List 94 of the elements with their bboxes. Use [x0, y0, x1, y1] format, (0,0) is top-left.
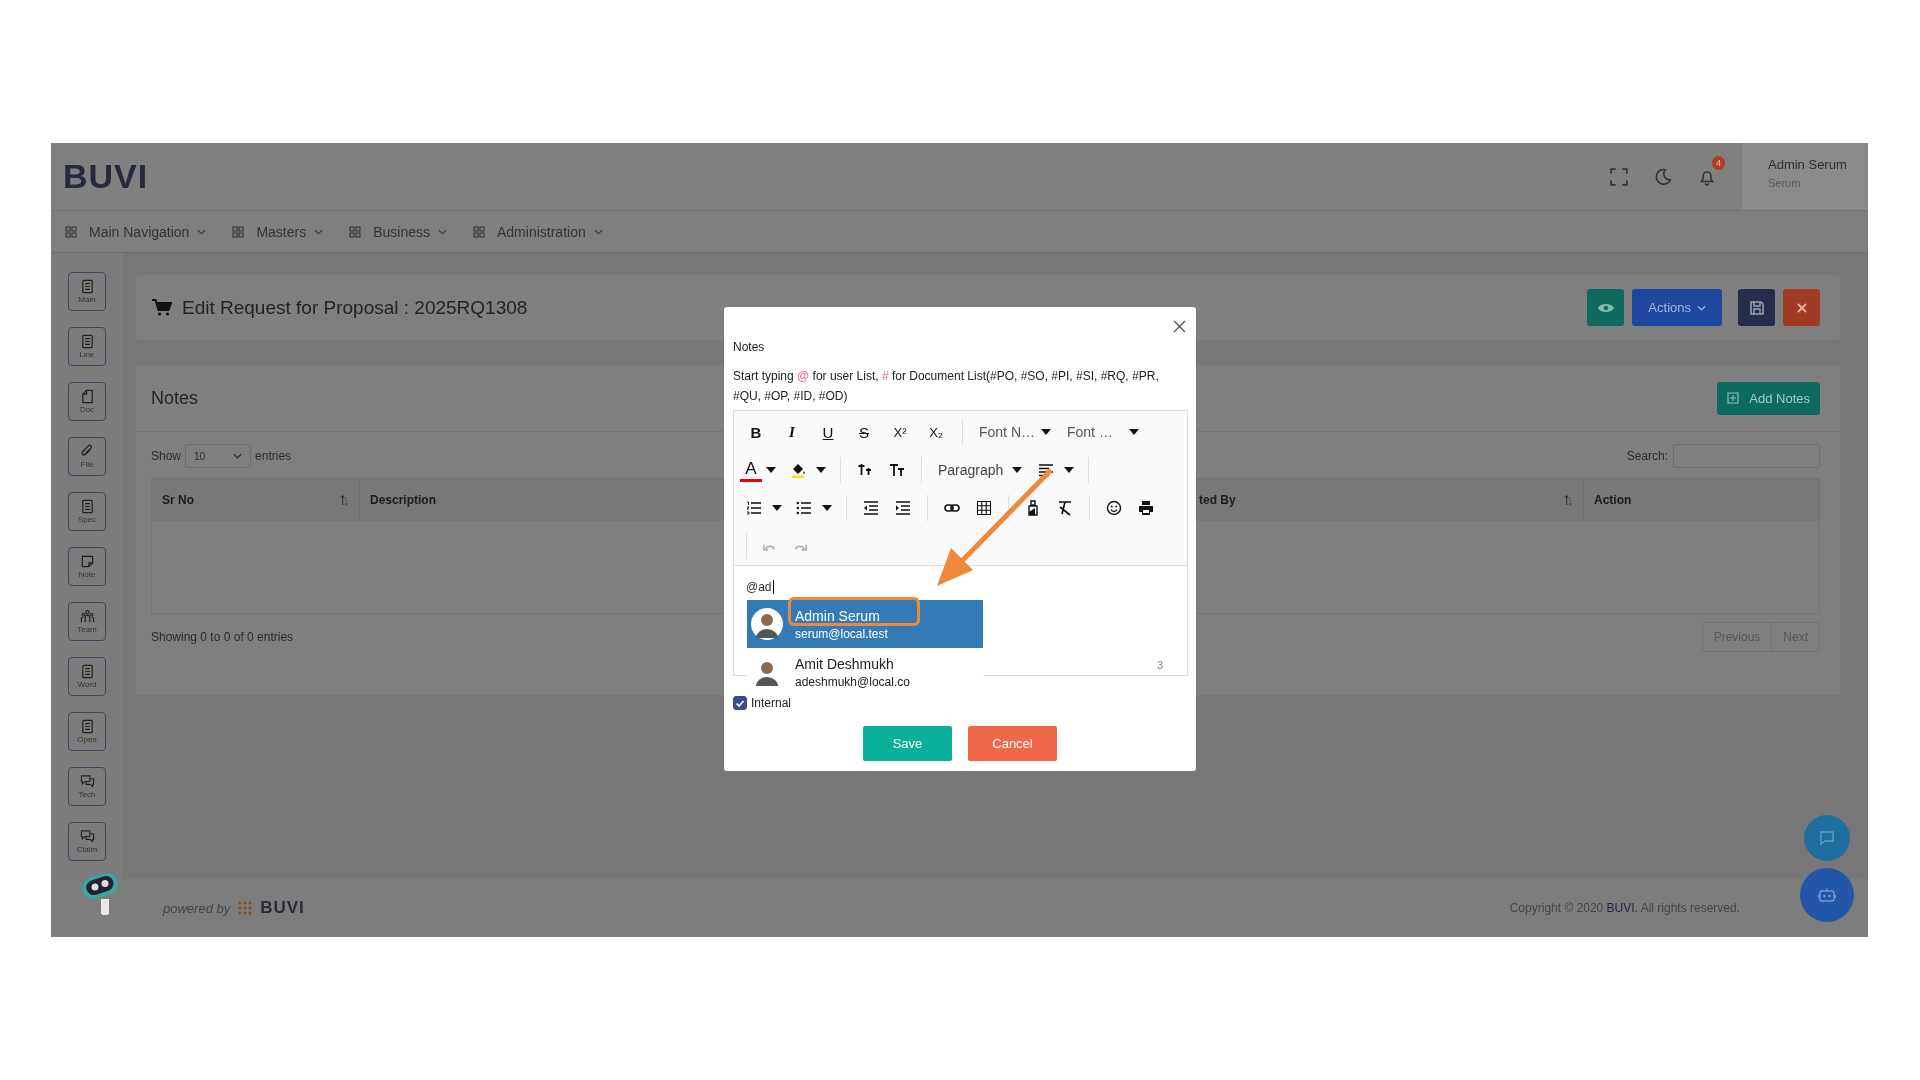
- cart-icon: [152, 298, 172, 317]
- paragraph-dropdown[interactable]: Paragraph: [932, 462, 1028, 478]
- chevron-down-icon: [1697, 304, 1706, 311]
- dialog-title: Notes: [733, 340, 766, 354]
- entries-label: entries: [255, 449, 292, 463]
- sidebar-button[interactable]: Tech: [68, 767, 106, 806]
- user-name: Amit Deshmukh: [795, 655, 895, 672]
- powered-by-label: powered by: [163, 900, 231, 916]
- page-title: Edit Request for Proposal : 2025RQ1308: [182, 296, 529, 319]
- italic-button[interactable]: I: [776, 418, 808, 446]
- chevron-down-icon: [438, 228, 447, 235]
- chat-icon: [79, 829, 95, 844]
- preview-button[interactable]: [1587, 289, 1625, 326]
- sidebar-button[interactable]: File: [68, 437, 106, 476]
- sidebar-button[interactable]: Spec: [68, 492, 106, 531]
- column-header[interactable]: ted By: [1197, 479, 1584, 521]
- chevron-down-icon: [593, 228, 603, 235]
- mention-option[interactable]: Admin Serum serum@local.test: [747, 600, 983, 648]
- chat-icon: [1818, 830, 1836, 846]
- sort-icon[interactable]: [340, 493, 349, 507]
- fullscreen-icon[interactable]: [1610, 167, 1628, 186]
- show-label: Show: [151, 449, 182, 463]
- editor-text[interactable]: @ad: [746, 580, 774, 594]
- font-size-dropdown[interactable]: Font …: [1061, 424, 1145, 440]
- robot-icon: [1818, 887, 1836, 903]
- caret-icon[interactable]: [772, 505, 782, 511]
- internal-checkbox[interactable]: [733, 696, 747, 710]
- user-email: adeshmukh@local.co: [795, 674, 910, 689]
- caret-icon[interactable]: [766, 467, 776, 473]
- nav-menu-item[interactable]: Business: [349, 223, 447, 240]
- sidebar-button[interactable]: Open: [68, 712, 106, 751]
- sidebar-button[interactable]: Line: [68, 327, 106, 366]
- strikethrough-button[interactable]: S: [848, 418, 880, 446]
- user-name: Admin Serum: [795, 607, 881, 624]
- table-info: Showing 0 to 0 of 0 entries: [151, 630, 294, 644]
- nav-menu-item[interactable]: Masters: [232, 223, 324, 240]
- grid-icon: [349, 225, 362, 238]
- chat-icon: [79, 774, 95, 789]
- sidebar-button[interactable]: Note: [68, 547, 106, 586]
- section-title: Notes: [151, 387, 199, 409]
- logo-icon: [238, 901, 253, 915]
- moon-icon[interactable]: [1654, 167, 1672, 186]
- user-email: serum@local.test: [795, 626, 888, 641]
- subscript-button[interactable]: X₂: [920, 418, 952, 446]
- chevron-down-icon: [233, 453, 243, 459]
- search-label: Search:: [1626, 449, 1668, 463]
- caret-icon[interactable]: [1064, 467, 1074, 473]
- logo: BUVI: [63, 157, 149, 196]
- cancel-button[interactable]: Cancel: [968, 726, 1057, 761]
- close-icon[interactable]: [1173, 320, 1186, 333]
- page-size-select[interactable]: 10: [185, 444, 252, 468]
- sort-icon[interactable]: [1564, 493, 1573, 507]
- instruction-text: Start typing @ for user List, # for Document List(#PO, #SO, #PI, #SI, #RQ, #PR, #QU, #OP, #ID, #OD): [733, 368, 1160, 405]
- document-icon: [79, 389, 95, 404]
- column-header[interactable]: Sr No: [152, 479, 360, 521]
- people-icon: [79, 609, 95, 624]
- chevron-down-icon: [197, 228, 207, 235]
- underline-button[interactable]: U: [812, 418, 844, 446]
- superscript-button[interactable]: X²: [884, 418, 916, 446]
- chevron-down-icon: [314, 228, 324, 235]
- nav-menu-item[interactable]: Administration: [473, 223, 603, 240]
- actions-button[interactable]: Actions: [1632, 289, 1722, 326]
- save-button[interactable]: Save: [863, 726, 952, 761]
- document-icon: [79, 499, 95, 514]
- footer-logo: BUVI: [260, 898, 305, 918]
- close-icon: [1795, 301, 1808, 314]
- document-icon: [79, 279, 95, 294]
- grid-icon: [232, 225, 245, 238]
- document-icon: [79, 719, 95, 734]
- notification-badge: 4: [1712, 155, 1725, 170]
- sidebar-button[interactable]: Claim: [68, 822, 106, 861]
- font-name-dropdown[interactable]: Font N…: [973, 424, 1057, 440]
- add-notes-button[interactable]: Add Notes: [1717, 381, 1820, 415]
- caret-icon[interactable]: [822, 505, 832, 511]
- sidebar-button[interactable]: Team: [68, 602, 106, 641]
- sidebar-button[interactable]: Word: [68, 657, 106, 696]
- caret-icon[interactable]: [816, 467, 826, 473]
- text-color-button[interactable]: A: [740, 458, 762, 482]
- sidebar-button[interactable]: Doc: [68, 382, 106, 421]
- grid-icon: [65, 225, 77, 238]
- nav-menu-item[interactable]: Main Navigation: [65, 223, 207, 240]
- column-header[interactable]: Action: [1584, 479, 1819, 521]
- note-icon: [79, 554, 95, 569]
- document-icon: [79, 334, 95, 349]
- paperclip-icon: [79, 444, 95, 459]
- sidebar-button[interactable]: Main: [68, 272, 106, 311]
- save-icon-button[interactable]: [1738, 289, 1775, 326]
- avatar-icon: [751, 608, 783, 640]
- document-icon: [79, 664, 95, 679]
- grid-icon: [473, 225, 485, 238]
- checkbox-label: Internal: [751, 696, 792, 710]
- close-button[interactable]: [1783, 289, 1820, 326]
- bold-button[interactable]: B: [740, 418, 772, 446]
- word-count: 3: [1156, 659, 1163, 671]
